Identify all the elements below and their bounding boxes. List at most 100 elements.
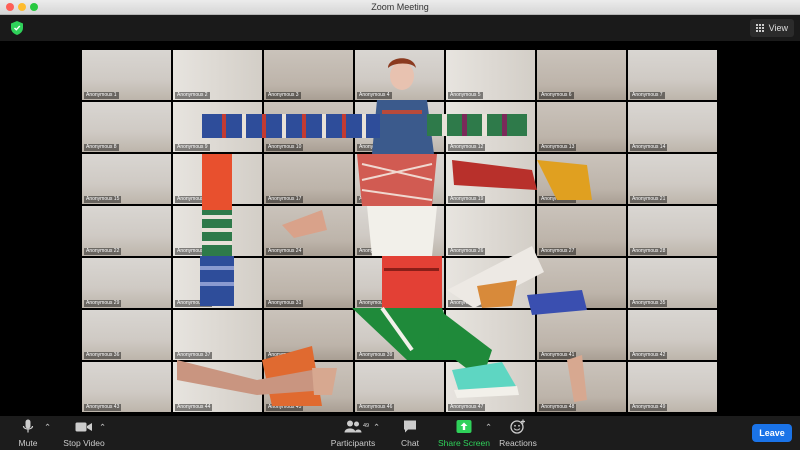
participant-name-label: Anonymous 16	[175, 196, 213, 203]
participant-video-tile[interactable]: Anonymous 1	[82, 50, 171, 100]
participant-video-tile[interactable]: Anonymous 24	[264, 206, 353, 256]
participant-name-label: Anonymous 25	[357, 248, 395, 255]
participant-name-label: Anonymous 9	[175, 144, 210, 151]
participant-video-tile[interactable]: Anonymous 18	[355, 154, 444, 204]
participant-video-tile[interactable]: Anonymous 21	[628, 154, 717, 204]
participant-name-label: Anonymous 32	[357, 300, 395, 307]
participant-name-label: Anonymous 44	[175, 404, 213, 411]
participant-name-label: Anonymous 41	[539, 352, 577, 359]
participants-chevron-up-icon[interactable]: ⌃	[373, 422, 380, 433]
participant-video-tile[interactable]: Anonymous 11	[355, 102, 444, 152]
chat-bubble-icon	[404, 420, 416, 433]
participant-video-tile[interactable]: Anonymous 45	[264, 362, 353, 412]
participant-name-label: Anonymous 18	[357, 196, 395, 203]
participant-name-label: Anonymous 26	[448, 248, 486, 255]
participant-video-tile[interactable]: Anonymous 2	[173, 50, 262, 100]
participant-video-tile[interactable]: Anonymous 42	[628, 310, 717, 360]
participant-video-tile[interactable]: Anonymous 10	[264, 102, 353, 152]
participants-icon	[344, 420, 362, 433]
participant-name-label: Anonymous 27	[539, 248, 577, 255]
participant-name-label: Anonymous 17	[266, 196, 304, 203]
participant-video-tile[interactable]: Anonymous 25	[355, 206, 444, 256]
participant-name-label: Anonymous 6	[539, 92, 574, 99]
participant-video-tile[interactable]: Anonymous 35	[628, 258, 717, 308]
audio-options-chevron-up-icon[interactable]: ⌃	[44, 422, 51, 433]
participant-video-tile[interactable]: Anonymous 6	[537, 50, 626, 100]
participant-name-label: Anonymous 48	[539, 404, 577, 411]
chat-button[interactable]: Chat	[396, 419, 424, 448]
participant-video-tile[interactable]: Anonymous 33	[446, 258, 535, 308]
participant-video-tile[interactable]: Anonymous 4	[355, 50, 444, 100]
participant-name-label: Anonymous 34	[539, 300, 577, 307]
participant-name-label: Anonymous 29	[84, 300, 122, 307]
participant-video-tile[interactable]: Anonymous 15	[82, 154, 171, 204]
participant-video-tile[interactable]: Anonymous 48	[537, 362, 626, 412]
participant-video-tile[interactable]: Anonymous 12	[446, 102, 535, 152]
participant-video-tile[interactable]: Anonymous 17	[264, 154, 353, 204]
microphone-icon	[22, 419, 34, 433]
share-screen-icon	[456, 420, 472, 433]
participant-name-label: Anonymous 47	[448, 404, 486, 411]
participant-video-tile[interactable]: Anonymous 13	[537, 102, 626, 152]
participant-video-tile[interactable]: Anonymous 14	[628, 102, 717, 152]
participant-video-tile[interactable]: Anonymous 41	[537, 310, 626, 360]
participant-name-label: Anonymous 39	[357, 352, 395, 359]
participant-name-label: Anonymous 14	[630, 144, 668, 151]
participant-name-label: Anonymous 10	[266, 144, 304, 151]
participant-video-tile[interactable]: Anonymous 27	[537, 206, 626, 256]
video-options-chevron-up-icon[interactable]: ⌃	[99, 422, 106, 433]
participant-video-tile[interactable]: Anonymous 46	[355, 362, 444, 412]
participant-name-label: Anonymous 24	[266, 248, 304, 255]
participant-video-tile[interactable]: Anonymous 36	[82, 310, 171, 360]
participant-video-tile[interactable]: Anonymous 3	[264, 50, 353, 100]
participant-name-label: Anonymous 8	[84, 144, 119, 151]
participant-video-tile[interactable]: Anonymous 47	[446, 362, 535, 412]
gallery-grid: Anonymous 1 Anonymous 2 Anonymous 3 Anonymo…	[82, 50, 719, 412]
share-screen-label: Share Screen	[438, 438, 490, 448]
title-bar: Zoom Meeting	[0, 0, 800, 15]
shield-icon[interactable]	[11, 21, 23, 35]
participant-video-tile[interactable]: Anonymous 16	[173, 154, 262, 204]
participant-video-tile[interactable]: Anonymous 20	[537, 154, 626, 204]
leave-button[interactable]: Leave	[752, 424, 792, 442]
participant-name-label: Anonymous 12	[448, 144, 486, 151]
participant-video-tile[interactable]: Anonymous 22	[82, 206, 171, 256]
participant-video-tile[interactable]: Anonymous 23	[173, 206, 262, 256]
participant-video-tile[interactable]: Anonymous 38	[264, 310, 353, 360]
reactions-button[interactable]: Reactions	[498, 419, 538, 448]
participant-name-label: Anonymous 15	[84, 196, 122, 203]
video-camera-icon	[75, 422, 92, 432]
participant-name-label: Anonymous 42	[630, 352, 668, 359]
participant-video-tile[interactable]: Anonymous 7	[628, 50, 717, 100]
participant-name-label: Anonymous 20	[539, 196, 577, 203]
participant-video-tile[interactable]: Anonymous 31	[264, 258, 353, 308]
participant-name-label: Anonymous 40	[448, 352, 486, 359]
participants-count-badge: 49	[363, 423, 370, 429]
participant-video-tile[interactable]: Anonymous 5	[446, 50, 535, 100]
participant-video-tile[interactable]: Anonymous 44	[173, 362, 262, 412]
participant-video-tile[interactable]: Anonymous 9	[173, 102, 262, 152]
participant-video-tile[interactable]: Anonymous 19	[446, 154, 535, 204]
participant-video-tile[interactable]: Anonymous 32	[355, 258, 444, 308]
participant-video-tile[interactable]: Anonymous 26	[446, 206, 535, 256]
participant-video-tile[interactable]: Anonymous 40	[446, 310, 535, 360]
reactions-icon	[510, 419, 525, 434]
share-options-chevron-up-icon[interactable]: ⌃	[485, 422, 492, 433]
mute-button[interactable]: Mute	[14, 419, 42, 448]
participant-name-label: Anonymous 7	[630, 92, 665, 99]
participant-video-tile[interactable]: Anonymous 29	[82, 258, 171, 308]
participant-video-tile[interactable]: Anonymous 34	[537, 258, 626, 308]
participant-video-tile[interactable]: Anonymous 43	[82, 362, 171, 412]
participant-video-tile[interactable]: Anonymous 30	[173, 258, 262, 308]
participant-name-label: Anonymous 11	[357, 144, 394, 151]
share-screen-button[interactable]: Share Screen	[438, 419, 490, 448]
view-button[interactable]: View	[749, 19, 794, 37]
participant-name-label: Anonymous 21	[630, 196, 668, 203]
participant-video-tile[interactable]: Anonymous 49	[628, 362, 717, 412]
participant-video-tile[interactable]: Anonymous 8	[82, 102, 171, 152]
view-button-label: View	[768, 23, 788, 33]
participant-video-tile[interactable]: Anonymous 39	[355, 310, 444, 360]
participant-name-label: Anonymous 33	[448, 300, 486, 307]
participant-video-tile[interactable]: Anonymous 28	[628, 206, 717, 256]
participant-video-tile[interactable]: Anonymous 37	[173, 310, 262, 360]
